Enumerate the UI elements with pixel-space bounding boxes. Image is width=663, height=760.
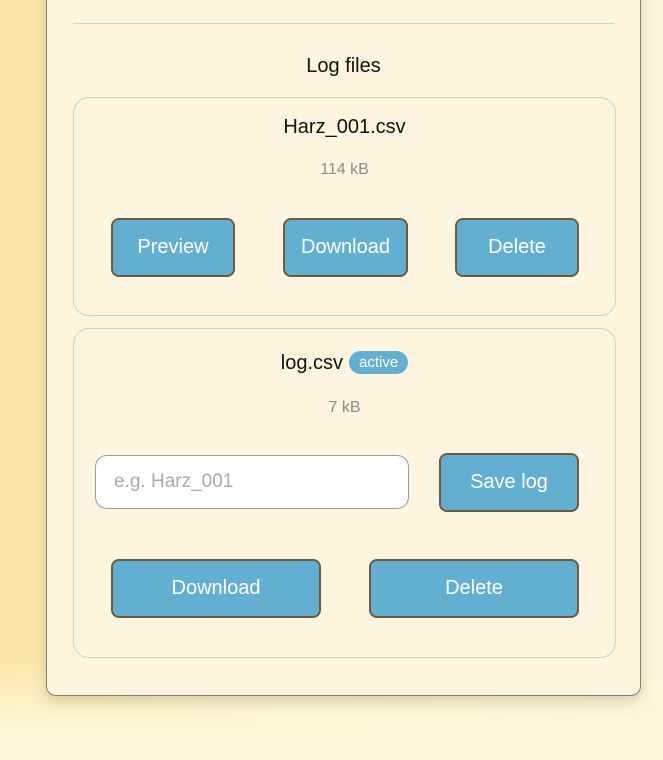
- delete-button[interactable]: Delete: [455, 218, 579, 277]
- active-badge: active: [349, 351, 409, 374]
- save-log-button[interactable]: Save log: [439, 453, 579, 512]
- preview-button[interactable]: Preview: [111, 218, 235, 277]
- delete-button[interactable]: Delete: [369, 559, 579, 618]
- file-size: 7 kB: [328, 399, 361, 416]
- log-file-card: Harz_001.csv 114 kB Preview Download Del…: [73, 97, 616, 316]
- download-button[interactable]: Download: [283, 218, 408, 277]
- section-divider: [73, 23, 614, 24]
- file-name: log.csv: [280, 352, 344, 374]
- section-title: Log files: [306, 55, 381, 77]
- log-files-panel: Log files Harz_001.csv 114 kB Preview Do…: [46, 0, 641, 696]
- file-name: Harz_001.csv: [283, 116, 406, 138]
- file-name-row: log.csv active: [74, 351, 615, 375]
- active-log-file-card: log.csvactive 7 kB Save log Download Del…: [73, 328, 616, 658]
- download-button[interactable]: Download: [111, 559, 321, 618]
- file-size: 114 kB: [320, 161, 369, 178]
- log-name-input[interactable]: [95, 455, 409, 509]
